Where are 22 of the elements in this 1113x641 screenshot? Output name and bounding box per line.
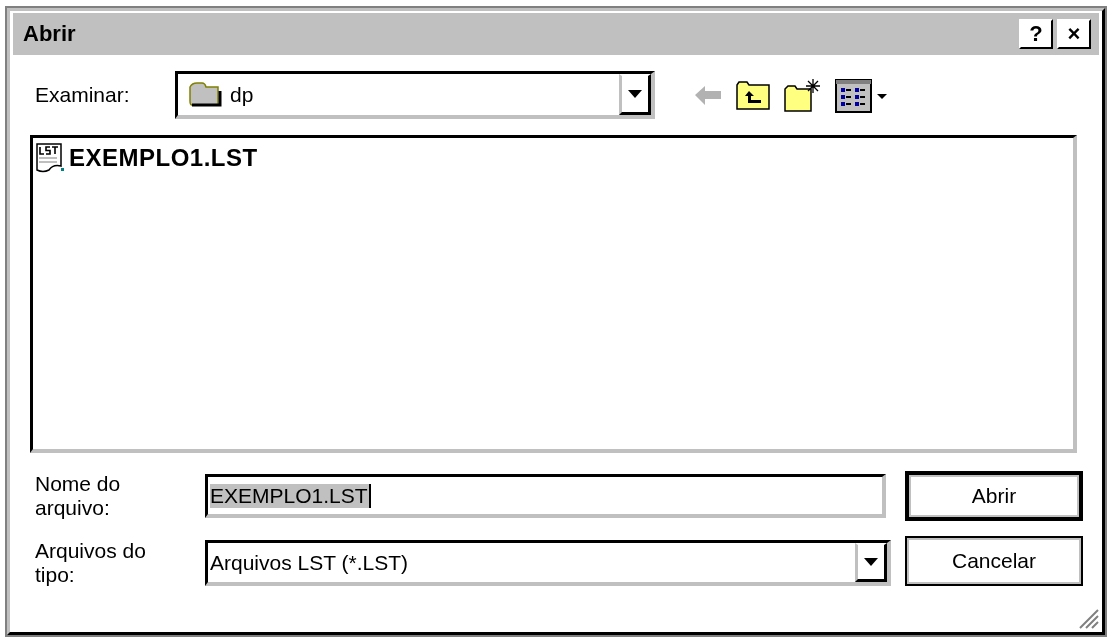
field-value: EXEMPLO1.LST bbox=[210, 483, 371, 508]
list-file-icon bbox=[35, 142, 65, 174]
cancel-button[interactable]: Cancelar bbox=[905, 536, 1083, 586]
file-item[interactable]: EXEMPLO1.LST bbox=[35, 142, 262, 174]
file-type-label: tipo: bbox=[35, 563, 76, 587]
look-in-label: Examinar: bbox=[35, 83, 131, 107]
file-type-label: Arquivos do bbox=[35, 539, 147, 563]
new-folder-icon[interactable] bbox=[783, 77, 823, 113]
folder-up-icon[interactable] bbox=[735, 79, 771, 111]
folder-icon bbox=[188, 80, 222, 109]
help-button[interactable]: ? bbox=[1019, 19, 1053, 49]
file-name-label: arquivo: bbox=[35, 496, 111, 520]
combo-value: dp bbox=[230, 82, 255, 107]
file-name: EXEMPLO1.LST bbox=[69, 144, 258, 172]
open-button[interactable]: Abrir bbox=[905, 471, 1083, 521]
close-button[interactable]: × bbox=[1057, 19, 1091, 49]
combo-value: Arquivos LST (*.LST) bbox=[210, 550, 409, 575]
look-in-combo[interactable]: dp bbox=[175, 71, 655, 119]
window-title: Abrir bbox=[23, 21, 77, 47]
file-type-combo[interactable]: Arquivos LST (*.LST) bbox=[205, 540, 891, 586]
file-name-label: Nome do bbox=[35, 472, 122, 496]
file-name-field[interactable]: EXEMPLO1.LST bbox=[205, 474, 886, 518]
